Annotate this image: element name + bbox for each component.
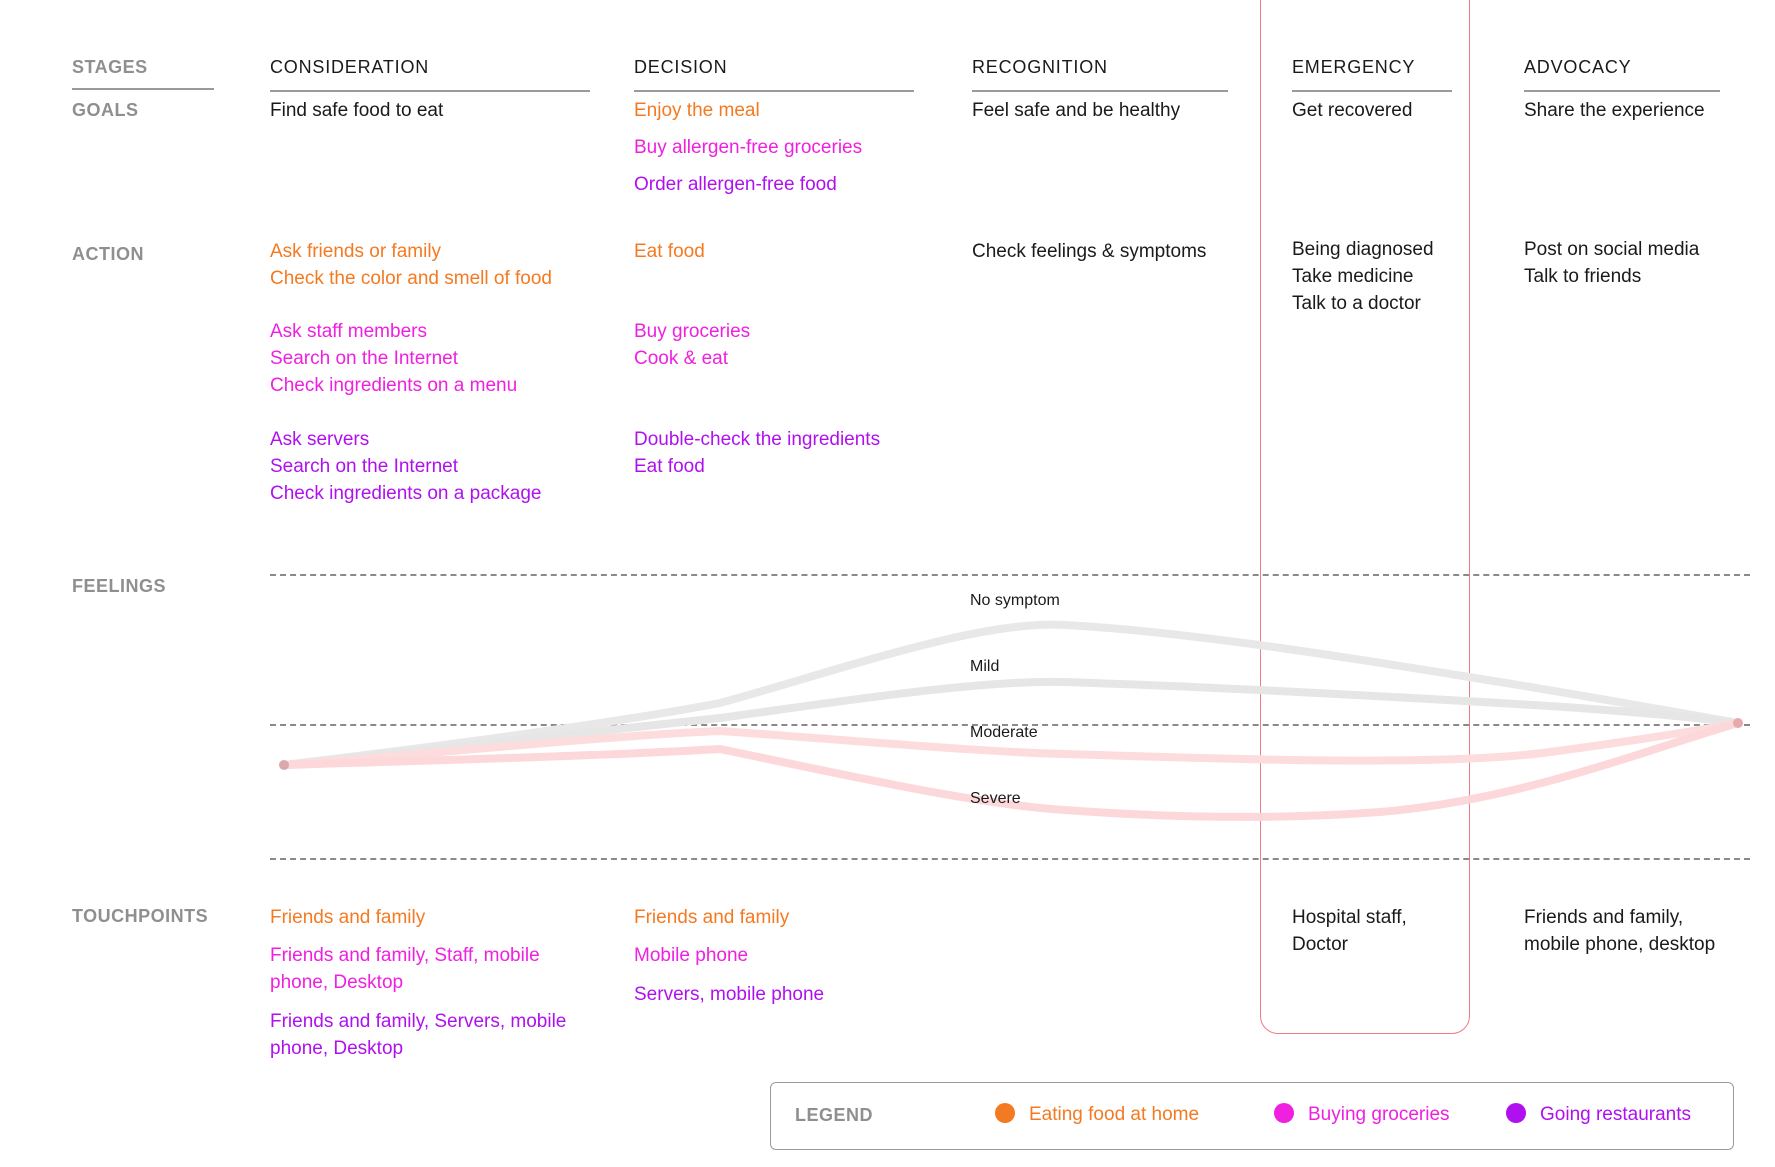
legend-item-restaurants: Going restaurants [1506,1103,1691,1126]
feeling-level-moderate: Moderate [970,724,1038,741]
legend-title: LEGEND [795,1105,874,1125]
touchpoint-consideration-home: Friends and family [270,907,426,928]
feeling-level-severe: Severe [970,790,1021,807]
curve-start-point [279,760,289,770]
touchpoint-decision-home: Friends and family [634,907,790,928]
legend: LEGEND Eating food at home Buying grocer… [770,1082,1734,1150]
legend-item-groceries: Buying groceries [1274,1103,1450,1126]
curve-end-point [1733,718,1743,728]
touchpoint-advocacy: Friends and family, mobile phone, deskto… [1524,907,1716,955]
legend-dot-restaurants [1506,1103,1526,1123]
feeling-level-no-symptom: No symptom [970,592,1060,609]
touchpoint-decision-restaurants: Servers, mobile phone [634,984,825,1005]
legend-dot-home [995,1103,1015,1123]
touchpoint-decision-groceries: Mobile phone [634,945,749,966]
touchpoint-emergency: Hospital staff, Doctor [1292,907,1407,955]
legend-item-home: Eating food at home [995,1103,1199,1126]
touchpoint-consideration-groceries: Friends and family, Staff, mobile phone,… [270,945,540,993]
feelings-curves [279,620,1743,821]
feeling-level-mild: Mild [970,658,1000,675]
legend-label-restaurants: Going restaurants [1540,1104,1692,1125]
touchpoint-consideration-restaurants: Friends and family, Servers, mobile phon… [270,1011,567,1059]
legend-dot-groceries [1274,1103,1294,1123]
legend-label-groceries: Buying groceries [1308,1104,1450,1125]
legend-label-home: Eating food at home [1029,1104,1200,1125]
